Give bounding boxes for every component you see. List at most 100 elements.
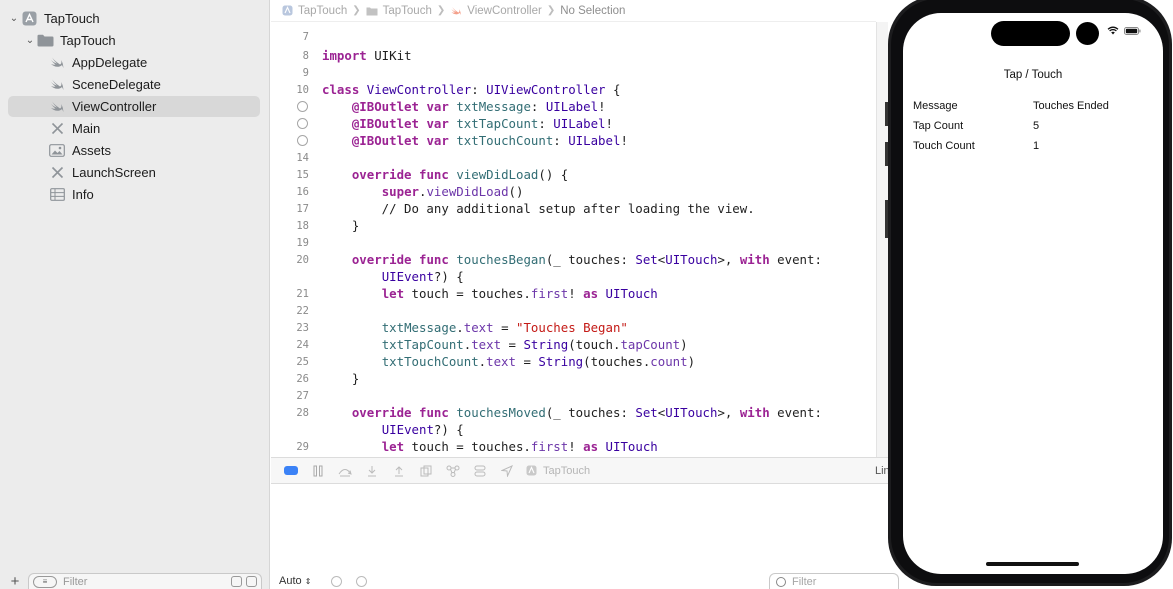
code-line[interactable]: 22 [271, 302, 876, 319]
updown-chevron-icon: ⇕ [304, 577, 312, 586]
code-line[interactable]: 9 [271, 64, 876, 81]
console-filter-placeholder: Filter [792, 575, 817, 588]
pause-icon[interactable] [310, 464, 326, 478]
line-number: 27 [296, 389, 309, 402]
nav-item-label: TapTouch [60, 33, 116, 48]
project-icon [281, 5, 293, 16]
code-line[interactable]: @IBOutlet var txtTouchCount: UILabel! [271, 132, 876, 149]
step-over-icon[interactable] [337, 464, 353, 478]
minimap[interactable] [876, 22, 889, 457]
code-line[interactable]: 7 [271, 28, 876, 45]
info-icon[interactable] [356, 575, 368, 587]
dynamic-island [991, 21, 1070, 46]
step-out-icon[interactable] [391, 464, 407, 478]
code-line[interactable]: UIEvent?) { [271, 421, 876, 438]
code-line[interactable]: 17 // Do any additional setup after load… [271, 200, 876, 217]
nav-item-label: TapTouch [44, 11, 100, 26]
line-number: 18 [296, 219, 309, 232]
view-hierarchy-icon[interactable] [418, 464, 434, 478]
nav-item-project[interactable]: ⌄ TapTouch [8, 8, 260, 29]
jump-bar-item-project[interactable]: TapTouch [298, 5, 347, 17]
debug-target[interactable]: TapTouch [526, 465, 590, 477]
code-line[interactable]: @IBOutlet var txtTapCount: UILabel! [271, 115, 876, 132]
debug-area-toggle-icon[interactable] [283, 464, 299, 478]
swift-file-icon [48, 77, 66, 93]
code-line[interactable]: 8 import UIKit [271, 47, 876, 64]
quick-look-icon[interactable] [331, 575, 343, 587]
code-line[interactable]: 20 override func touchesBegan(_ touches:… [271, 251, 876, 268]
line-number: 17 [296, 202, 309, 215]
nav-item-appdelegate[interactable]: AppDelegate [8, 52, 260, 73]
jump-bar-item-file[interactable]: ViewController [467, 5, 542, 17]
code-line[interactable]: UIEvent?) { [271, 268, 876, 285]
line-number: 23 [296, 321, 309, 334]
project-icon [526, 465, 537, 476]
tap-count-row: Tap Count 5 [913, 120, 1153, 136]
memory-graph-icon[interactable] [445, 464, 461, 478]
chevron-down-icon[interactable]: ⌄ [24, 35, 36, 46]
code-line[interactable]: 27 [271, 387, 876, 404]
simulate-location-icon[interactable] [499, 464, 515, 478]
code-text: UIEvent?) { [381, 422, 464, 437]
code-line[interactable]: 28 override func touchesMoved(_ touches:… [271, 404, 876, 421]
code-text: override func touchesBegan(_ touches: Se… [351, 252, 822, 267]
code-text: UIEvent?) { [381, 269, 464, 284]
code-line[interactable]: 15 override func viewDidLoad() { [271, 166, 876, 183]
scm-filter-icon[interactable] [246, 576, 257, 587]
code-line[interactable]: 23 txtMessage.text = "Touches Began" [271, 319, 876, 336]
line-number: 20 [296, 253, 309, 266]
tap-count-label: Tap Count [913, 120, 964, 132]
code-line[interactable]: 16 super.viewDidLoad() [271, 183, 876, 200]
outlet-connection-icon[interactable] [297, 101, 308, 112]
add-icon[interactable]: + [0, 573, 30, 589]
home-indicator[interactable] [986, 562, 1079, 566]
touch-count-row: Touch Count 1 [913, 140, 1153, 156]
device-screen[interactable]: Tap / Touch Message Touches Ended Tap Co… [903, 13, 1163, 574]
nav-item-main[interactable]: Main [8, 118, 260, 139]
nav-item-label: Info [72, 187, 94, 202]
line-number: 15 [296, 168, 309, 181]
code-text: txtTouchCount.text = String(touches.coun… [381, 354, 696, 369]
debug-target-label: TapTouch [543, 464, 591, 477]
jump-bar-item-group[interactable]: TapTouch [383, 5, 432, 17]
nav-item-scenedelegate[interactable]: SceneDelegate [8, 74, 260, 95]
nav-item-label: ViewController [72, 99, 157, 114]
nav-item-launchscreen[interactable]: LaunchScreen [8, 162, 260, 183]
nav-item-label: Main [72, 121, 101, 136]
code-line[interactable]: 26 } [271, 370, 876, 387]
code-line[interactable]: 21 let touch = touches.first! as UITouch [271, 285, 876, 302]
line-number: 8 [302, 49, 309, 62]
filter-options-icon[interactable]: ≡ [33, 575, 57, 588]
chevron-down-icon[interactable]: ⌄ [8, 13, 20, 24]
navigator-footer: + ≡ Filter [0, 573, 270, 589]
jump-bar-item-symbol[interactable]: No Selection [560, 5, 625, 17]
nav-item-group-taptouch[interactable]: ⌄ TapTouch [8, 30, 260, 51]
code-text: txtMessage.text = "Touches Began" [381, 320, 628, 335]
swift-file-icon [48, 99, 66, 115]
nav-item-viewcontroller[interactable]: ViewController [8, 96, 260, 117]
code-text: } [322, 218, 360, 233]
line-number: 14 [296, 151, 309, 164]
outlet-connection-icon[interactable] [297, 118, 308, 129]
code-line[interactable]: 19 [271, 234, 876, 251]
code-line[interactable]: 24 txtTapCount.text = String(touch.tapCo… [271, 336, 876, 353]
code-line[interactable]: 25 txtTouchCount.text = String(touches.c… [271, 353, 876, 370]
code-line[interactable]: 10 class ViewController: UIViewController… [271, 81, 876, 98]
code-line[interactable]: 14 [271, 149, 876, 166]
folder-icon [36, 33, 54, 49]
source-editor[interactable]: TapTouch ❯ TapTouch ❯ ViewController ❯ N… [271, 0, 876, 457]
outlet-connection-icon[interactable] [297, 135, 308, 146]
environment-overrides-icon[interactable] [472, 464, 488, 478]
code-line[interactable]: 29 let touch = touches.first! as UITouch [271, 438, 876, 455]
navigator-filter-field[interactable]: ≡ Filter [28, 573, 262, 589]
variables-view-mode-selector[interactable]: Auto ⇕ [279, 575, 311, 587]
variables-view-mode-label: Auto [279, 575, 302, 587]
code-line[interactable]: @IBOutlet var txtMessage: UILabel! [271, 98, 876, 115]
console-filter-field[interactable]: Filter [769, 573, 899, 589]
recent-files-icon[interactable] [231, 576, 242, 587]
message-value: Touches Ended [1033, 100, 1109, 112]
code-line[interactable]: 18 } [271, 217, 876, 234]
step-into-icon[interactable] [364, 464, 380, 478]
nav-item-info[interactable]: Info [8, 184, 260, 205]
nav-item-assets[interactable]: Assets [8, 140, 260, 161]
